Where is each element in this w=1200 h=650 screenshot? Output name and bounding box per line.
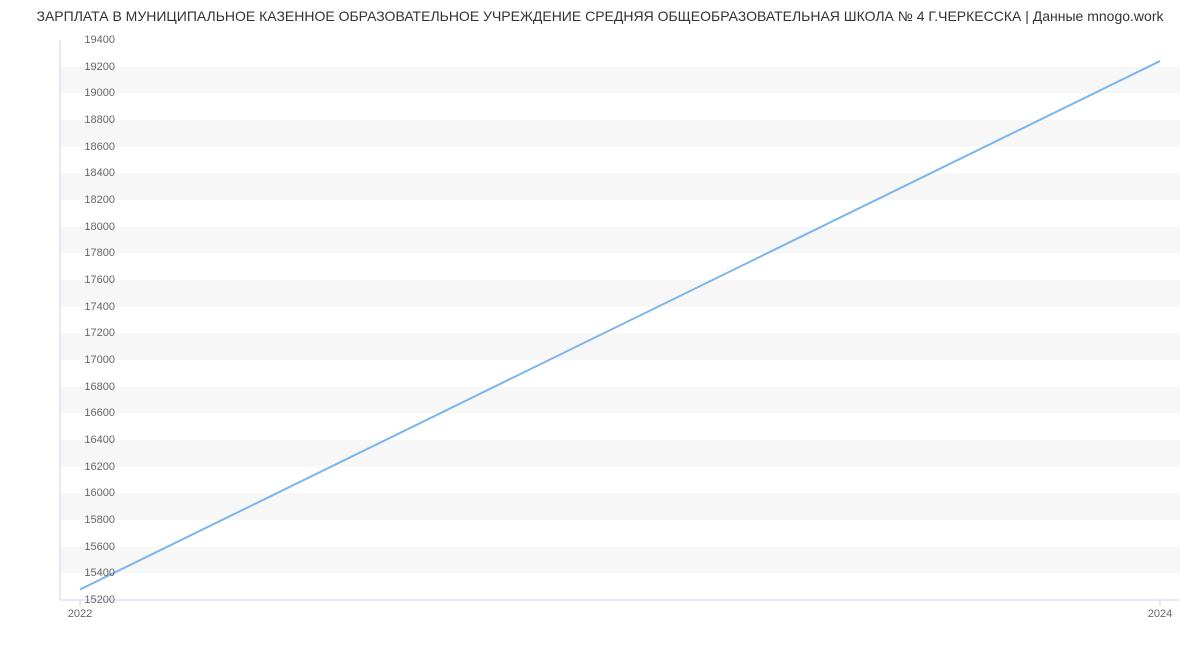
- y-tick-label: 16600: [65, 407, 115, 419]
- y-tick-label: 17600: [65, 274, 115, 286]
- y-tick-label: 16200: [65, 461, 115, 473]
- grid-bands: [60, 67, 1180, 574]
- y-tick-label: 16800: [65, 381, 115, 393]
- y-tick-label: 17200: [65, 327, 115, 339]
- x-tick-label: 2024: [1148, 608, 1172, 620]
- y-tick-label: 16000: [65, 487, 115, 499]
- y-tick-label: 15600: [65, 541, 115, 553]
- y-tick-label: 16400: [65, 434, 115, 446]
- y-tick-label: 18000: [65, 221, 115, 233]
- y-tick-label: 19200: [65, 61, 115, 73]
- y-tick-label: 18600: [65, 141, 115, 153]
- y-tick-label: 19400: [65, 34, 115, 46]
- y-tick-label: 15200: [65, 594, 115, 606]
- y-tick-label: 17000: [65, 354, 115, 366]
- y-tick-label: 18400: [65, 167, 115, 179]
- y-tick-label: 17400: [65, 301, 115, 313]
- y-tick-label: 15400: [65, 567, 115, 579]
- y-tick-label: 18800: [65, 114, 115, 126]
- chart-title: ЗАРПЛАТА В МУНИЦИПАЛЬНОЕ КАЗЕННОЕ ОБРАЗО…: [0, 8, 1200, 24]
- plot-svg: [60, 40, 1180, 600]
- y-tick-label: 19000: [65, 87, 115, 99]
- x-tick-label: 2022: [68, 608, 92, 620]
- plot-area: 1520015400156001580016000162001640016600…: [60, 40, 1180, 600]
- chart-container: ЗАРПЛАТА В МУНИЦИПАЛЬНОЕ КАЗЕННОЕ ОБРАЗО…: [0, 0, 1200, 650]
- y-tick-label: 18200: [65, 194, 115, 206]
- y-tick-label: 17800: [65, 247, 115, 259]
- y-tick-label: 15800: [65, 514, 115, 526]
